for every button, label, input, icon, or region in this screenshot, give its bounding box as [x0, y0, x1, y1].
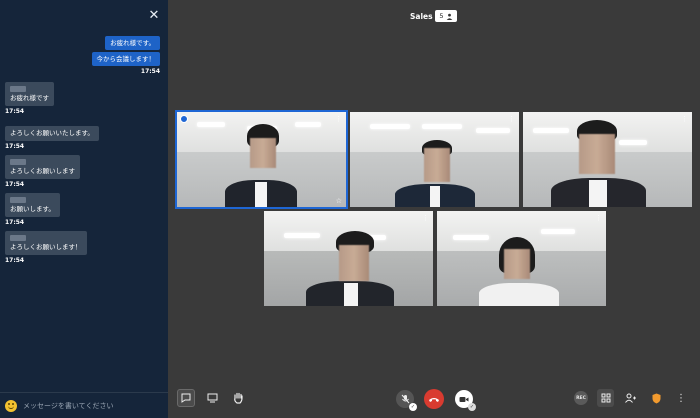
tile-menu-icon[interactable]: ⋮ — [335, 115, 342, 123]
message-time: 17:54 — [5, 181, 25, 188]
pin-icon[interactable] — [180, 115, 188, 123]
chat-message-in: お疲れ様です 17:54 — [0, 82, 168, 115]
message-time: 17:54 — [5, 108, 25, 115]
chat-message-in: よろしくお願いします 17:54 — [0, 155, 168, 188]
chat-message-out: 今から会議します！ — [91, 52, 160, 66]
tile-menu-icon[interactable]: ⋮ — [595, 214, 602, 222]
chat-message-input[interactable] — [23, 401, 168, 410]
chat-input-bar — [0, 392, 168, 418]
sender-name-redacted — [10, 159, 26, 165]
record-label: REC — [576, 395, 586, 401]
chat-toggle-button[interactable] — [177, 389, 195, 407]
mic-off-icon — [401, 394, 409, 404]
sender-name-redacted — [10, 235, 26, 241]
star-icon: ☆ — [335, 197, 342, 205]
chat-message-in: よろしくお願いいたします。 17:54 — [0, 120, 168, 150]
face-mosaic — [504, 249, 530, 279]
tile-menu-icon[interactable]: ⋮ — [422, 214, 429, 222]
message-time: 17:54 — [5, 257, 25, 264]
tile-menu-icon[interactable]: ⋮ — [681, 115, 688, 123]
hang-up-button[interactable] — [424, 389, 444, 409]
face-mosaic — [579, 134, 615, 174]
message-text: お疲れ様です — [10, 94, 49, 102]
monitor-icon — [207, 393, 217, 403]
add-person-icon — [624, 393, 636, 403]
video-tile[interactable]: ⋮ — [350, 112, 519, 207]
chat-panel: ✕ お疲れ様です。 今から会議します！ 17:54 お疲れ様です 17:54 よ… — [0, 0, 168, 418]
more-options-icon[interactable]: ⋮ — [674, 389, 688, 407]
message-time: 17:54 — [5, 219, 25, 226]
grid-icon — [601, 393, 610, 403]
security-button[interactable] — [648, 389, 664, 407]
video-tile[interactable]: ⋮ — [437, 211, 606, 306]
chat-message-out: お疲れ様です。 — [105, 36, 160, 50]
face-mosaic — [250, 138, 276, 168]
phone-hangup-icon — [429, 397, 439, 402]
message-text: よろしくお願いします — [10, 167, 75, 175]
hand-icon — [233, 392, 243, 404]
chat-bubble-icon — [181, 393, 191, 403]
outgoing-messages: お疲れ様です。 今から会議します！ 17:54 — [0, 36, 168, 82]
screen-share-button[interactable] — [204, 389, 220, 407]
video-camera-icon — [459, 396, 469, 402]
face-mosaic — [339, 245, 369, 281]
chat-message-in: お願いします。 17:54 — [0, 193, 168, 226]
mute-mic-button[interactable]: ✓ — [396, 390, 417, 411]
tile-view-button[interactable] — [597, 389, 614, 407]
participants-icon — [446, 13, 452, 20]
raise-hand-button[interactable] — [230, 389, 246, 407]
participant-count-badge[interactable]: 5 — [435, 10, 457, 22]
record-button[interactable]: REC — [574, 391, 588, 405]
sender-name-redacted — [10, 197, 26, 203]
sender-name-redacted — [10, 86, 26, 92]
chat-message-in: よろしくお願いします！ 17:54 — [0, 231, 168, 264]
camera-options-icon[interactable]: ✓ — [468, 403, 476, 411]
message-text: お願いします。 — [10, 205, 55, 213]
tile-menu-icon[interactable]: ⋮ — [508, 115, 515, 123]
message-time: 17:54 — [140, 68, 160, 75]
mic-options-icon[interactable]: ✓ — [409, 403, 417, 411]
chat-messages: お疲れ様です。 今から会議します！ 17:54 お疲れ様です 17:54 よろし… — [0, 36, 168, 269]
video-tile[interactable]: ⋮ — [523, 112, 692, 207]
message-time: 17:54 — [5, 143, 25, 150]
close-chat-icon[interactable]: ✕ — [147, 9, 161, 23]
meeting-app: ✕ お疲れ様です。 今から会議します！ 17:54 お疲れ様です 17:54 よ… — [0, 0, 700, 418]
message-text: よろしくお願いいたします。 — [10, 129, 94, 137]
participant-count: 5 — [439, 12, 444, 20]
emoji-icon[interactable] — [5, 399, 17, 412]
video-tile[interactable]: ⋮ ☆ — [175, 110, 348, 209]
invite-button[interactable] — [622, 389, 638, 407]
face-mosaic — [424, 148, 450, 182]
shield-icon — [652, 393, 660, 403]
message-text: よろしくお願いします！ — [10, 243, 82, 251]
conference-title: Sales — [410, 12, 433, 21]
camera-button[interactable]: ✓ — [455, 390, 476, 411]
video-tile[interactable]: ⋮ — [264, 211, 433, 306]
